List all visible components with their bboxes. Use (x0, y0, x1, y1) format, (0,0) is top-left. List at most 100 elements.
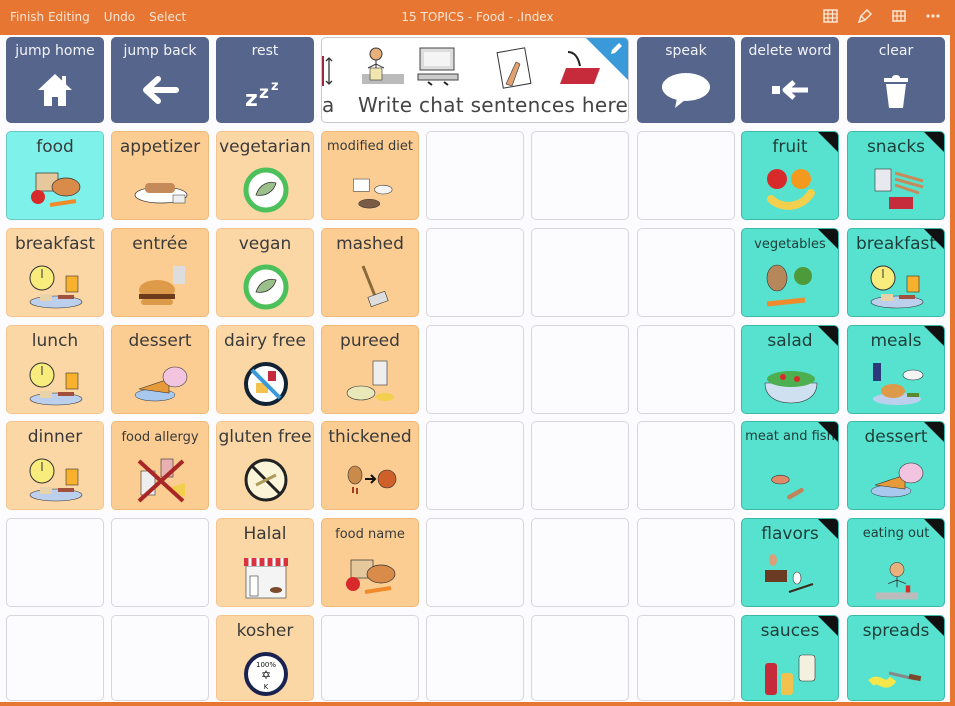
word-button-lunch[interactable]: lunch (6, 325, 104, 414)
folder-flavors[interactable]: flavors (741, 518, 839, 607)
sleep-zzz-icon: zzz (245, 79, 279, 110)
svg-text:z: z (259, 83, 269, 103)
word-button-entr-e[interactable]: entrée (111, 228, 209, 317)
cell-label: dinner (27, 427, 83, 447)
empty-cell[interactable] (637, 421, 735, 510)
word-button-gluten-free[interactable]: gluten free (216, 421, 314, 510)
word-button-kosher[interactable]: kosher 100% ✡ K (216, 615, 314, 701)
cell-label: vegan (238, 234, 292, 254)
cell-label: pureed (340, 331, 400, 351)
svg-text:z: z (271, 79, 279, 94)
svg-text:K: K (264, 683, 269, 691)
empty-cell[interactable] (426, 615, 524, 701)
message-bar[interactable]: a Write chat sentences here. (321, 37, 629, 123)
speak-button[interactable]: speak (637, 37, 735, 123)
arrow-left-icon (143, 76, 179, 104)
select-button[interactable]: Select (149, 10, 186, 24)
cell-label: Halal (243, 524, 287, 544)
empty-cell[interactable] (426, 421, 524, 510)
clock-symbol-icon (29, 458, 83, 502)
folder-snacks[interactable]: snacks (847, 131, 945, 220)
empty-cell[interactable] (637, 518, 735, 607)
svg-text:z: z (245, 87, 258, 110)
jump-back-label: jump back (123, 43, 197, 59)
pie-symbol-icon (870, 462, 924, 498)
empty-cell[interactable] (426, 131, 524, 220)
cell-label: food allergy (121, 430, 199, 445)
word-button-food-allergy[interactable]: food allergy (111, 421, 209, 510)
word-button-halal[interactable]: Halal (216, 518, 314, 607)
cell-label: dessert (128, 331, 192, 351)
folder-dessert[interactable]: dessert (847, 421, 945, 510)
folder-corner-icon (817, 616, 838, 637)
folder-breakfast[interactable]: breakfast (847, 228, 945, 317)
empty-cell[interactable] (426, 325, 524, 414)
clear-button[interactable]: clear (847, 37, 945, 123)
folder-corner-icon (817, 422, 838, 443)
undo-button[interactable]: Undo (104, 10, 135, 24)
pencil-icon[interactable] (608, 41, 624, 57)
cell-label: vegetarian (219, 137, 311, 157)
empty-cell[interactable] (531, 421, 629, 510)
empty-cell[interactable] (531, 518, 629, 607)
fruit-symbol-icon (767, 169, 815, 210)
folder-fruit[interactable]: fruit (741, 131, 839, 220)
empty-cell[interactable] (111, 518, 209, 607)
food-symbol-icon (346, 559, 396, 594)
word-button-food-name[interactable]: food name (321, 518, 419, 607)
word-button-breakfast[interactable]: breakfast (6, 228, 104, 317)
delete-word-button[interactable]: delete word (741, 37, 839, 123)
finish-editing-button[interactable]: Finish Editing (10, 10, 90, 24)
delete-word-label: delete word (748, 43, 832, 59)
grid-edit-icon[interactable] (823, 8, 839, 24)
paintbrush-icon[interactable] (857, 8, 873, 24)
cell-label: breakfast (14, 234, 96, 254)
folder-meals[interactable]: meals (847, 325, 945, 414)
word-button-dessert[interactable]: dessert (111, 325, 209, 414)
empty-cell[interactable] (531, 228, 629, 317)
empty-cell[interactable] (531, 325, 629, 414)
empty-cell[interactable] (637, 615, 735, 701)
jump-home-button[interactable]: jump home (6, 37, 104, 123)
word-button-mashed[interactable]: mashed (321, 228, 419, 317)
folder-sauces[interactable]: sauces (741, 615, 839, 701)
empty-cell[interactable] (637, 325, 735, 414)
empty-cell[interactable] (531, 615, 629, 701)
empty-cell[interactable] (6, 518, 104, 607)
empty-cell[interactable] (321, 615, 419, 701)
folder-eating-out[interactable]: eating out (847, 518, 945, 607)
folder-spreads[interactable]: spreads (847, 615, 945, 701)
eatout-symbol-icon (875, 562, 919, 600)
empty-cell[interactable] (637, 228, 735, 317)
empty-cell[interactable] (531, 131, 629, 220)
pie-symbol-icon (134, 366, 188, 402)
more-icon[interactable] (925, 8, 941, 24)
grid-icon[interactable] (891, 8, 907, 24)
empty-cell[interactable] (111, 615, 209, 701)
flavors-symbol-icon (765, 554, 814, 593)
empty-cell[interactable] (637, 131, 735, 220)
folder-corner-icon (817, 326, 838, 347)
word-button-pureed[interactable]: pureed (321, 325, 419, 414)
chat-computer-icon (417, 47, 459, 86)
folder-salad[interactable]: salad (741, 325, 839, 414)
jump-back-button[interactable]: jump back (111, 37, 209, 123)
empty-cell[interactable] (426, 518, 524, 607)
word-button-vegetarian[interactable]: vegetarian (216, 131, 314, 220)
word-button-dairy-free[interactable]: dairy free (216, 325, 314, 414)
empty-cell[interactable] (426, 228, 524, 317)
folder-meat-and-fish[interactable]: meat and fish (741, 421, 839, 510)
burger-symbol-icon (139, 266, 185, 305)
word-button-appetizer[interactable]: appetizer (111, 131, 209, 220)
folder-vegetables[interactable]: vegetables (741, 228, 839, 317)
word-button-dinner[interactable]: dinner (6, 421, 104, 510)
word-button-modified-diet[interactable]: modified diet (321, 131, 419, 220)
empty-cell[interactable] (6, 615, 104, 701)
word-button-thickened[interactable]: thickened (321, 421, 419, 510)
veg-symbol-icon (766, 264, 812, 307)
speak-label: speak (665, 43, 707, 59)
word-button-vegan[interactable]: vegan (216, 228, 314, 317)
rest-button[interactable]: rest zzz (216, 37, 314, 123)
word-button-food[interactable]: food (6, 131, 104, 220)
clock-symbol-icon (870, 265, 924, 309)
